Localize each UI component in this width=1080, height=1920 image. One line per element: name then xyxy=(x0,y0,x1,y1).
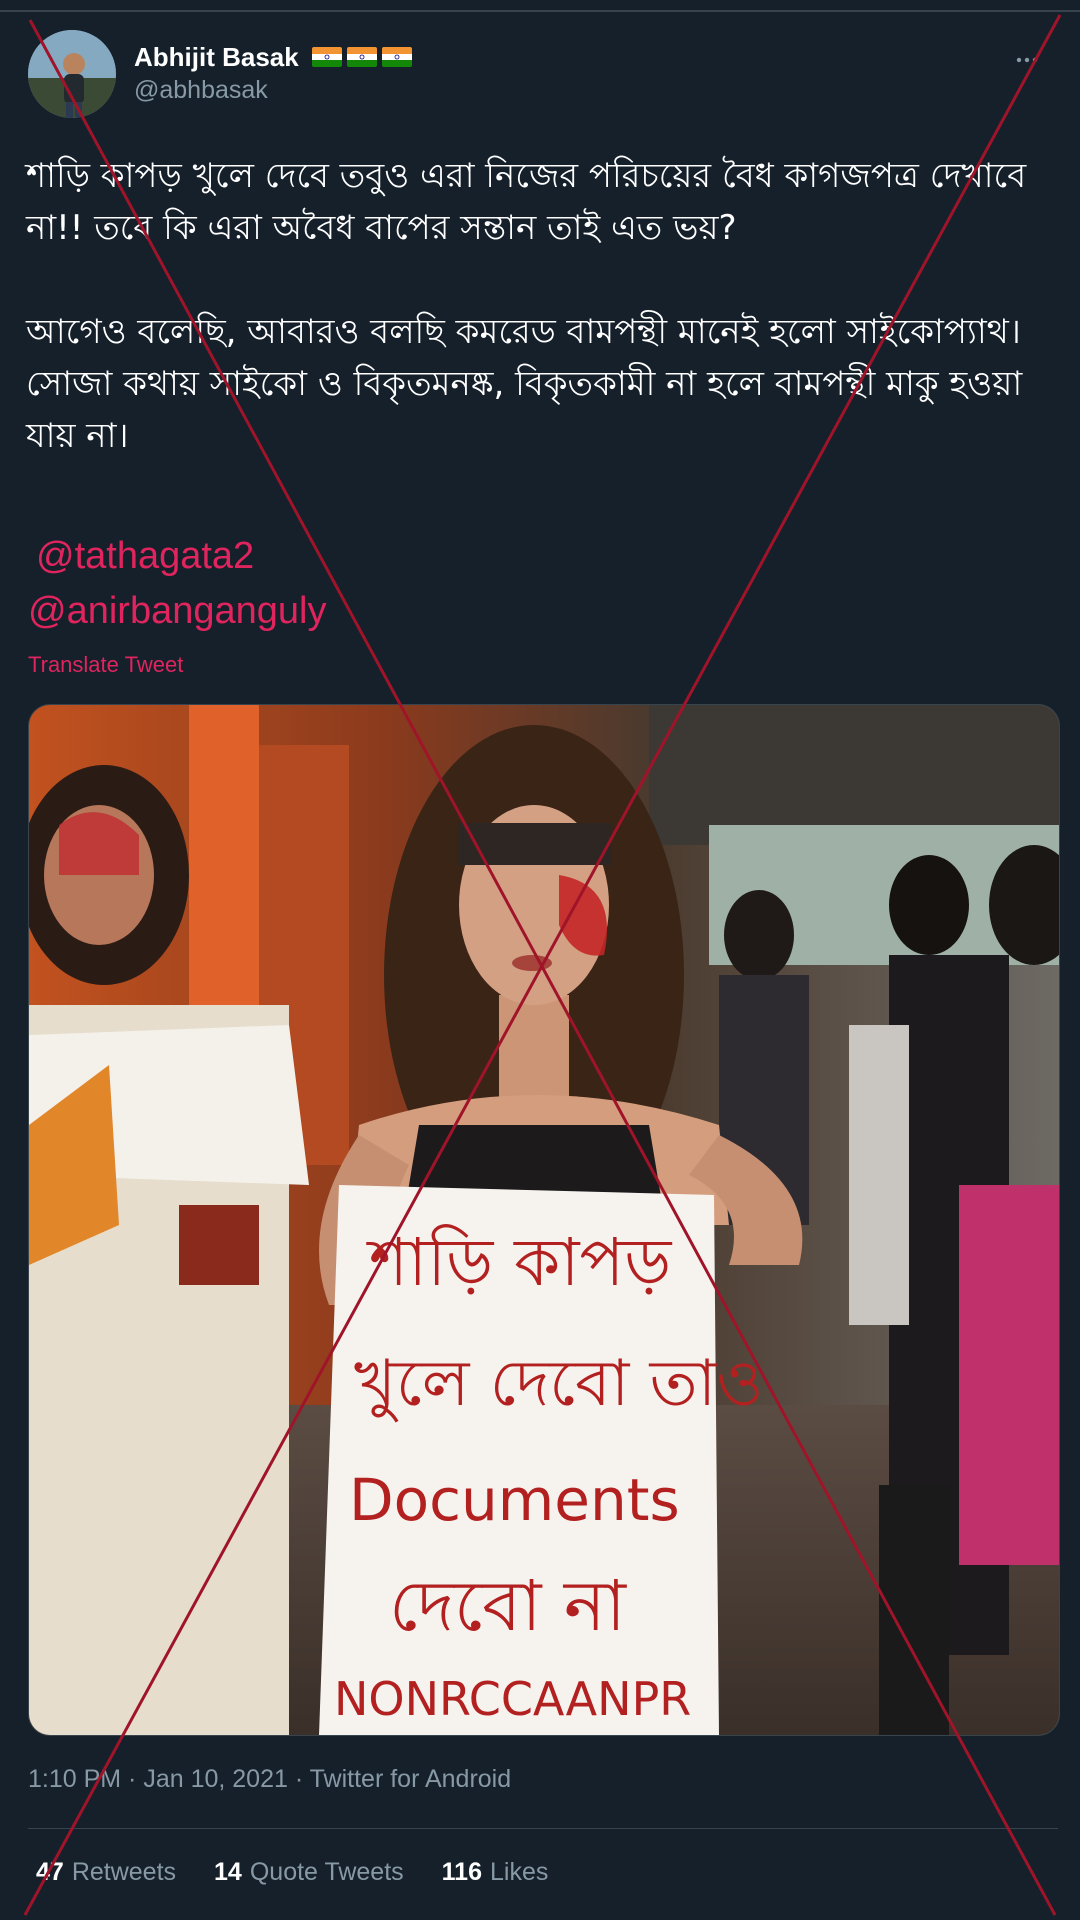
avatar[interactable] xyxy=(28,30,116,118)
stats-divider xyxy=(28,1828,1058,1829)
india-flag-icon xyxy=(381,47,412,67)
more-options-icon[interactable] xyxy=(1010,48,1044,72)
sign-line: শাড়ি কাপড় xyxy=(366,1224,672,1301)
flag-group xyxy=(307,47,412,67)
sign-line: NONRCCAANPR xyxy=(334,1672,691,1726)
quote-tweets-label: Quote Tweets xyxy=(249,1858,404,1886)
quote-tweets-count: 14 xyxy=(214,1858,242,1886)
display-name[interactable]: Abhijit Basak xyxy=(134,42,299,73)
user-handle[interactable]: @abhbasak xyxy=(134,76,268,105)
mention-link[interactable]: @anirbanganguly xyxy=(28,590,326,633)
likes-label: Likes xyxy=(489,1858,549,1886)
likes-stat[interactable]: 116 Likes xyxy=(442,1858,549,1887)
top-divider xyxy=(0,10,1080,12)
translate-tweet-link[interactable]: Translate Tweet xyxy=(28,652,183,678)
tweet-stats: 47 Retweets 14 Quote Tweets 116 Likes xyxy=(36,1858,586,1887)
likes-count: 116 xyxy=(441,1858,482,1886)
protest-photo: শাড়ি কাপড় খুলে দেবো তাও Documents দেবো… xyxy=(29,705,1059,1735)
retweets-label: Retweets xyxy=(71,1858,177,1886)
sign-line: খুলে দেবো তাও xyxy=(354,1347,763,1423)
india-flag-icon xyxy=(346,47,377,67)
quote-tweets-stat[interactable]: 14 Quote Tweets xyxy=(214,1858,404,1887)
sign-line: দেবো না xyxy=(389,1565,628,1647)
mention-link[interactable]: @tathagata2 xyxy=(36,535,254,578)
retweets-stat[interactable]: 47 Retweets xyxy=(36,1858,176,1887)
retweets-count: 47 xyxy=(36,1858,64,1886)
name-row: Abhijit Basak xyxy=(134,40,412,74)
tweet-timestamp[interactable]: 1:10 PM · Jan 10, 2021 · Twitter for And… xyxy=(28,1765,511,1794)
india-flag-icon xyxy=(311,47,342,67)
tweet-text: শাড়ি কাপড় খুলে দেবে তবুও এরা নিজের পরি… xyxy=(26,156,1027,456)
tweet-header: Abhijit Basak @abhbasak xyxy=(28,30,1052,120)
tweet-screenshot: Abhijit Basak @abhbasak শাড়ি কাপড় খুলে… xyxy=(0,0,1080,1920)
sign-line: Documents xyxy=(349,1466,680,1534)
tweet-media-photo[interactable]: শাড়ি কাপড় খুলে দেবো তাও Documents দেবো… xyxy=(28,704,1060,1736)
